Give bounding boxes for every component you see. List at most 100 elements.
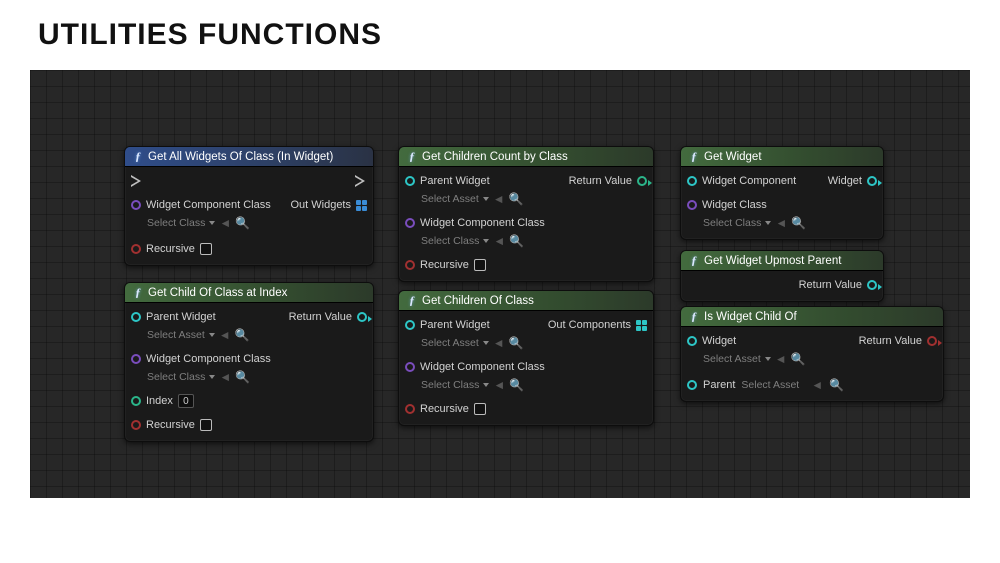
asset-selector[interactable]: Select Asset ◄ 🔍: [421, 191, 524, 207]
widget-component-class-pin[interactable]: Widget Component Class: [131, 351, 271, 367]
widget-component-class-pin[interactable]: Widget Component Class: [405, 359, 545, 375]
index-pin[interactable]: Index 0: [131, 393, 194, 409]
class-selector[interactable]: Select Class ◄ 🔍: [147, 369, 271, 385]
node-header[interactable]: ƒ Get Children Count by Class: [399, 147, 653, 167]
pin-icon: [131, 354, 141, 364]
caret-down-icon: [765, 221, 771, 225]
widget-out-pin[interactable]: Widget: [828, 173, 877, 189]
search-icon: 🔍: [509, 193, 524, 205]
pin-icon: [405, 260, 415, 270]
class-selector[interactable]: Select Class ◄ 🔍: [421, 377, 545, 393]
node-get-widget-upmost-parent[interactable]: ƒ Get Widget Upmost Parent Return Value: [680, 250, 884, 302]
return-value-pin[interactable]: Return Value: [859, 333, 937, 349]
node-is-widget-child-of[interactable]: ƒ Is Widget Child Of Widget Select Asset…: [680, 306, 944, 402]
widget-class-pin[interactable]: Widget Class: [687, 197, 806, 213]
node-header[interactable]: ƒ Get Child Of Class at Index: [125, 283, 373, 303]
recursive-checkbox[interactable]: [200, 419, 212, 431]
function-icon: ƒ: [407, 293, 417, 308]
node-header[interactable]: ƒ Get Children Of Class: [399, 291, 653, 311]
parent-widget-pin[interactable]: Parent Widget: [405, 173, 524, 189]
node-title: Get Widget Upmost Parent: [704, 255, 841, 267]
return-value-pin[interactable]: Return Value: [799, 277, 877, 293]
caret-down-icon: [209, 333, 215, 337]
node-body: Parent Widget Select Asset ◄ 🔍 Out Compo…: [399, 311, 653, 425]
arrow-left-icon: ◄: [493, 337, 505, 349]
recursive-pin[interactable]: Recursive: [131, 417, 212, 433]
pin-icon: [927, 336, 937, 346]
search-icon: 🔍: [509, 379, 524, 391]
recursive-checkbox[interactable]: [474, 403, 486, 415]
widget-component-class-pin[interactable]: Widget Component Class: [405, 215, 545, 231]
function-icon: ƒ: [133, 285, 143, 300]
return-value-pin[interactable]: Return Value: [289, 309, 367, 325]
recursive-pin[interactable]: Recursive: [405, 257, 486, 273]
index-input[interactable]: 0: [178, 394, 194, 408]
caret-down-icon: [765, 357, 771, 361]
class-selector[interactable]: Select Class ◄ 🔍: [421, 233, 545, 249]
node-title: Get Widget: [704, 151, 762, 163]
pin-icon: [405, 320, 415, 330]
node-title: Is Widget Child Of: [704, 311, 797, 323]
node-body: Parent Widget Select Asset ◄ 🔍 Return Va…: [125, 303, 373, 441]
array-pin-icon: [636, 320, 647, 331]
node-get-all-widgets-of-class[interactable]: ƒ Get All Widgets Of Class (In Widget) W…: [124, 146, 374, 266]
parent-widget-pin[interactable]: Parent Widget: [405, 317, 524, 333]
function-icon: ƒ: [407, 149, 417, 164]
widget-component-class-pin[interactable]: Widget Component Class: [131, 197, 271, 213]
node-header[interactable]: ƒ Get Widget Upmost Parent: [681, 251, 883, 271]
node-header[interactable]: ƒ Get All Widgets Of Class (In Widget): [125, 147, 373, 167]
node-get-children-of-class[interactable]: ƒ Get Children Of Class Parent Widget Se…: [398, 290, 654, 426]
node-title: Get Child Of Class at Index: [148, 287, 287, 299]
pin-icon: [867, 176, 877, 186]
exec-in-pin[interactable]: [131, 173, 143, 189]
node-header[interactable]: ƒ Is Widget Child Of: [681, 307, 943, 327]
pin-icon: [405, 362, 415, 372]
node-get-widget[interactable]: ƒ Get Widget Widget Component Widget Wid: [680, 146, 884, 240]
blueprint-canvas[interactable]: ƒ Get All Widgets Of Class (In Widget) W…: [30, 70, 970, 498]
pin-icon: [687, 176, 697, 186]
node-get-children-count-by-class[interactable]: ƒ Get Children Count by Class Parent Wid…: [398, 146, 654, 282]
search-icon: 🔍: [509, 337, 524, 349]
recursive-pin[interactable]: Recursive: [405, 401, 486, 417]
node-title: Get All Widgets Of Class (In Widget): [148, 151, 333, 163]
out-components-pin[interactable]: Out Components: [548, 317, 647, 333]
arrow-left-icon: ◄: [493, 235, 505, 247]
widget-pin[interactable]: Widget: [687, 333, 806, 349]
function-icon: ƒ: [133, 149, 143, 164]
asset-selector[interactable]: Select Asset ◄ 🔍: [703, 351, 806, 367]
widget-component-pin[interactable]: Widget Component: [687, 173, 796, 189]
asset-selector[interactable]: Select Asset ◄ 🔍: [421, 335, 524, 351]
search-icon: 🔍: [509, 235, 524, 247]
recursive-pin[interactable]: Recursive: [131, 241, 212, 257]
parent-pin[interactable]: Parent Select Asset ◄ 🔍: [687, 377, 844, 393]
exec-out-pin[interactable]: [355, 173, 367, 189]
arrow-left-icon: ◄: [219, 329, 231, 341]
array-pin-icon: [356, 200, 367, 211]
node-get-child-of-class-at-index[interactable]: ƒ Get Child Of Class at Index Parent Wid…: [124, 282, 374, 442]
arrow-left-icon: ◄: [219, 217, 231, 229]
pin-icon: [687, 380, 697, 390]
pin-icon: [687, 336, 697, 346]
search-icon: 🔍: [829, 378, 844, 392]
node-body: Parent Widget Select Asset ◄ 🔍 Return Va…: [399, 167, 653, 281]
return-value-pin[interactable]: Return Value: [569, 173, 647, 189]
parent-widget-pin[interactable]: Parent Widget: [131, 309, 250, 325]
function-icon: ƒ: [689, 253, 699, 268]
recursive-checkbox[interactable]: [200, 243, 212, 255]
caret-down-icon: [483, 383, 489, 387]
pin-icon: [687, 200, 697, 210]
recursive-checkbox[interactable]: [474, 259, 486, 271]
caret-down-icon: [209, 375, 215, 379]
out-widgets-pin[interactable]: Out Widgets: [290, 197, 367, 213]
class-selector[interactable]: Select Class ◄ 🔍: [703, 215, 806, 231]
asset-selector[interactable]: Select Asset ◄ 🔍: [147, 327, 250, 343]
arrow-left-icon: ◄: [775, 353, 787, 365]
pin-icon: [131, 200, 141, 210]
node-body: Return Value: [681, 271, 883, 301]
class-selector[interactable]: Select Class ◄ 🔍: [147, 215, 271, 231]
node-header[interactable]: ƒ Get Widget: [681, 147, 883, 167]
arrow-left-icon: ◄: [493, 379, 505, 391]
search-icon: 🔍: [791, 353, 806, 365]
arrow-left-icon: ◄: [219, 371, 231, 383]
pin-icon: [405, 176, 415, 186]
